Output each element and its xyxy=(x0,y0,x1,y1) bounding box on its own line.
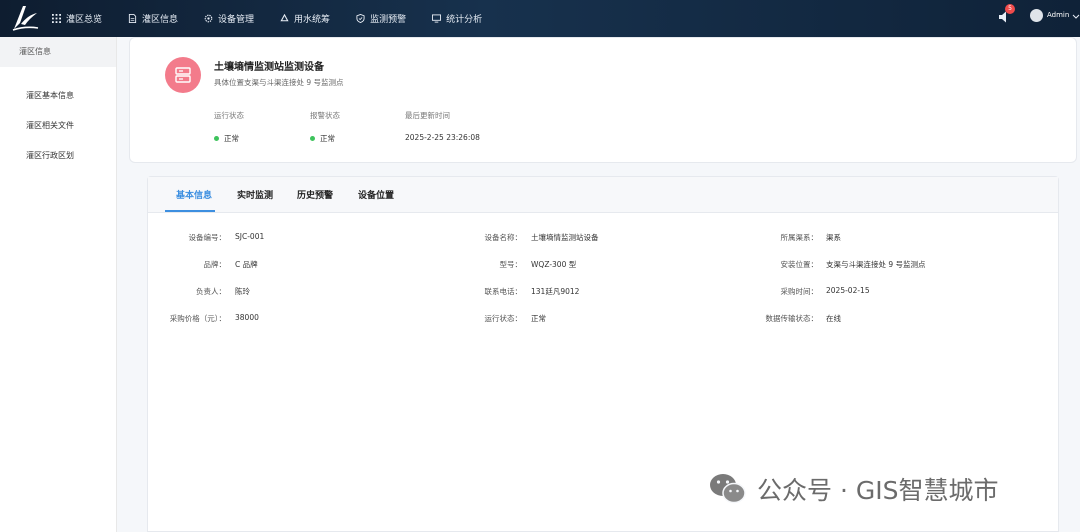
field-label: 型号： xyxy=(499,260,523,269)
active-tab-indicator xyxy=(165,210,215,212)
last-update-text: 2025-2-25 23:26:08 xyxy=(405,133,480,142)
nav-item-label: 监测预警 xyxy=(370,15,407,25)
chevron-down-icon[interactable] xyxy=(1072,12,1080,20)
server-icon xyxy=(175,67,191,83)
watermark-text: 公众号 · GIS智慧城市 xyxy=(757,476,999,505)
avatar[interactable] xyxy=(1030,9,1043,22)
alarm-status-value: 正常 xyxy=(310,133,335,144)
sidebar-title: 灌区信息 xyxy=(0,37,116,67)
watermark: 公众号 · GIS智慧城市 xyxy=(709,470,1049,508)
field-label: 数据传输状态： xyxy=(765,314,819,323)
field-value: WQZ-300 型 xyxy=(531,260,577,269)
field-label: 设备编号： xyxy=(188,233,227,242)
field-value: SJC-001 xyxy=(235,232,265,241)
status-dot-icon xyxy=(310,136,315,141)
last-update-label: 最后更新时间 xyxy=(405,111,450,120)
device-icon xyxy=(165,57,201,93)
sidebar: 灌区信息 灌区基本信息 灌区相关文件 灌区行政区划 xyxy=(0,37,117,532)
run-status-label: 运行状态 xyxy=(214,111,244,120)
nav-item-statistics[interactable]: 统计分析 xyxy=(432,12,482,25)
tab-history-alerts[interactable]: 历史预警 xyxy=(297,188,333,201)
nav-item-overview[interactable]: 灌区总览 xyxy=(52,12,102,25)
field-value: 土壤墒情监测站设备 xyxy=(531,233,599,242)
status-dot-icon xyxy=(214,136,219,141)
nav-item-monitoring-alert[interactable]: 监测预警 xyxy=(356,12,406,25)
field-value: 支渠与斗渠连接处 9 号监测点 xyxy=(826,260,926,269)
field-value: 38000 xyxy=(235,313,259,322)
document-icon xyxy=(128,14,137,23)
monitor-icon xyxy=(432,14,442,23)
tab-bar: 基本信息 实时监测 历史预警 设备位置 xyxy=(148,177,1058,213)
field-value: 陈玲 xyxy=(235,287,250,296)
main-nav: 灌区总览 灌区信息 设备管理 用水统筹 监测预警 统计分析 xyxy=(52,0,508,37)
field-label: 运行状态： xyxy=(484,314,523,323)
field-value: 2025-02-15 xyxy=(826,286,870,295)
device-name: 土壤墒情监测站监测设备 xyxy=(214,62,324,73)
top-navigation-bar: 灌区总览 灌区信息 设备管理 用水统筹 监测预警 统计分析 5 Admin xyxy=(0,0,1080,37)
logo-icon[interactable] xyxy=(10,3,40,33)
nav-item-label: 设备管理 xyxy=(218,15,255,25)
gear-icon xyxy=(204,14,213,23)
nav-item-label: 灌区信息 xyxy=(142,15,179,25)
field-label: 采购时间： xyxy=(780,287,819,296)
wechat-icon xyxy=(710,474,746,504)
tab-realtime-monitoring[interactable]: 实时监测 xyxy=(237,188,273,201)
run-status-value: 正常 xyxy=(214,133,239,144)
field-value: 在线 xyxy=(826,314,841,323)
nav-item-water-planning[interactable]: 用水统筹 xyxy=(280,12,330,25)
sidebar-item-administrative-division[interactable]: 灌区行政区划 xyxy=(0,141,116,171)
field-label: 品牌： xyxy=(203,260,227,269)
nav-item-label: 灌区总览 xyxy=(66,15,103,25)
field-value: 渠系 xyxy=(826,233,841,242)
field-label: 采购价格（元）： xyxy=(169,314,226,323)
shield-icon xyxy=(356,14,365,23)
nav-item-device-management[interactable]: 设备管理 xyxy=(204,12,254,25)
field-label: 设备名称： xyxy=(484,233,523,242)
recycle-icon xyxy=(280,14,289,22)
nav-item-irrigation-info[interactable]: 灌区信息 xyxy=(128,12,178,25)
field-label: 联系电话： xyxy=(484,287,523,296)
field-value: C 品牌 xyxy=(235,260,258,269)
alarm-status-text: 正常 xyxy=(320,134,335,143)
field-value: 131廷凡9012 xyxy=(531,287,580,296)
sidebar-item-basic-info[interactable]: 灌区基本信息 xyxy=(0,81,116,111)
field-label: 安装位置： xyxy=(780,260,819,269)
last-update-value: 2025-2-25 23:26:08 xyxy=(405,133,480,142)
nav-item-label: 用水统筹 xyxy=(294,15,331,25)
field-label: 负责人： xyxy=(196,287,226,296)
notification-badge: 5 xyxy=(1005,4,1015,14)
sidebar-item-related-files[interactable]: 灌区相关文件 xyxy=(0,111,116,141)
device-location: 具体位置支渠与斗渠连接处 9 号监测点 xyxy=(214,78,344,87)
field-label: 所属渠系： xyxy=(780,233,819,242)
tab-basic-info[interactable]: 基本信息 xyxy=(176,188,212,201)
nav-item-label: 统计分析 xyxy=(446,15,483,25)
tab-device-location[interactable]: 设备位置 xyxy=(358,188,394,201)
grid-icon xyxy=(52,14,61,23)
alarm-status-label: 报警状态 xyxy=(310,111,340,120)
field-value: 正常 xyxy=(531,314,546,323)
run-status-text: 正常 xyxy=(224,134,239,143)
user-name[interactable]: Admin xyxy=(1047,11,1069,19)
device-summary-card: 土壤墒情监测站监测设备 具体位置支渠与斗渠连接处 9 号监测点 运行状态 报警状… xyxy=(129,37,1077,163)
